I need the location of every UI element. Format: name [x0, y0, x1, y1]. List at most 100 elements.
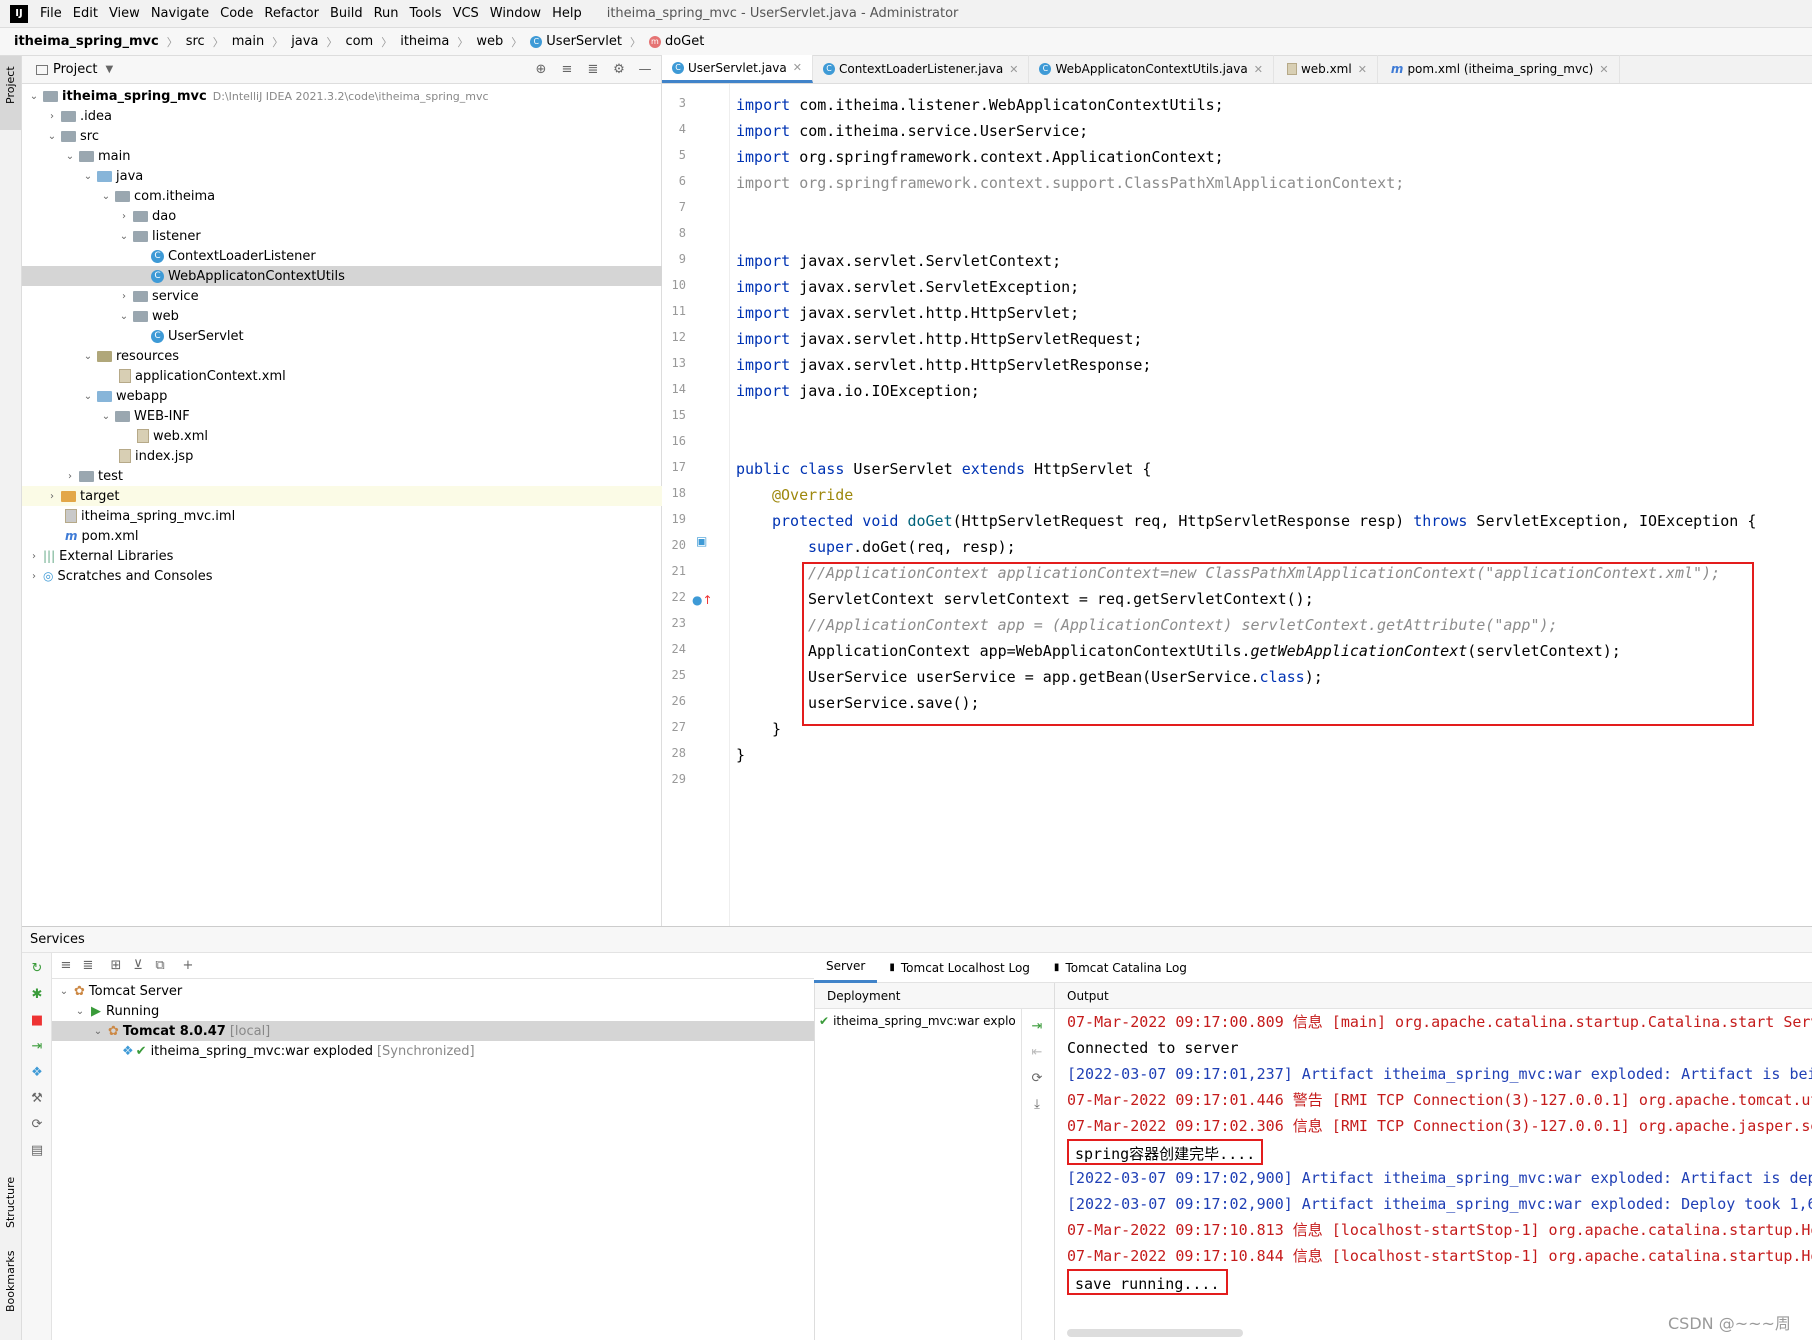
expand-all-icon[interactable]: ≡ [58, 958, 74, 974]
tab-contextloaderlistener-java[interactable]: C ContextLoaderListener.java ✕ [813, 55, 1030, 83]
tree-item-main[interactable]: ⌄ main [22, 146, 662, 166]
add-service-icon[interactable]: + [180, 958, 196, 974]
download-icon[interactable]: ⤓ [1029, 1097, 1045, 1113]
tree-item-target[interactable]: › target [22, 486, 662, 506]
project-panel-title[interactable]: Project [53, 62, 97, 77]
service-running-group[interactable]: ⌄ ▶ Running [52, 1001, 814, 1021]
tree-item-idea[interactable]: › .idea [22, 106, 662, 126]
tab-server[interactable]: Server [814, 953, 878, 983]
layout-icon[interactable]: ▤ [29, 1143, 45, 1159]
tree-item-src[interactable]: ⌄ src [22, 126, 662, 146]
tab-tomcat-catalina-log[interactable]: ▮ Tomcat Catalina Log [1042, 953, 1199, 983]
tree-item-applicationcontext-xml[interactable]: applicationContext.xml [22, 366, 662, 386]
implementation-gutter-icon[interactable]: ▣ [696, 534, 707, 548]
tree-item-external-libraries[interactable]: › ||| External Libraries [22, 546, 662, 566]
refresh-icon[interactable]: ⟳ [1029, 1071, 1045, 1087]
tree-item-dao[interactable]: › dao [22, 206, 662, 226]
tree-item-scratches[interactable]: › ◎ Scratches and Consoles [22, 566, 662, 586]
override-gutter-icon[interactable]: ●↑ [692, 593, 713, 607]
deploy-icon[interactable]: ⇥ [1029, 1019, 1045, 1035]
tree-item-web-xml[interactable]: web.xml [22, 426, 662, 446]
tree-item-java[interactable]: ⌄ java [22, 166, 662, 186]
structure-tool-button[interactable]: Structure [4, 1177, 17, 1228]
menu-tools[interactable]: Tools [410, 6, 442, 21]
menu-code[interactable]: Code [220, 6, 253, 21]
line-number: 17 [671, 460, 686, 474]
menu-refactor[interactable]: Refactor [264, 6, 319, 21]
tree-item-userservlet[interactable]: C UserServlet [22, 326, 662, 346]
window-title: itheima_spring_mvc - UserServlet.java - … [606, 6, 959, 21]
tree-item-pom-xml[interactable]: m pom.xml [22, 526, 662, 546]
filter-icon[interactable]: ⊻ [130, 958, 146, 974]
menu-view[interactable]: View [109, 6, 140, 21]
breadcrumb-item[interactable]: itheima_spring_mvc [14, 34, 159, 49]
deploy-icon[interactable]: ⇥ [29, 1039, 45, 1055]
close-icon[interactable]: ✕ [793, 61, 802, 74]
collapse-all-icon[interactable]: ≣ [80, 958, 96, 974]
chevron-down-icon[interactable]: ▼ [105, 64, 113, 75]
tab-tomcat-localhost-log[interactable]: ▮ Tomcat Localhost Log [877, 953, 1042, 983]
line-number: 15 [671, 408, 686, 422]
breadcrumb-item[interactable]: doGet [665, 34, 704, 49]
tree-item-com-itheima[interactable]: ⌄ com.itheima [22, 186, 662, 206]
artifacts-icon[interactable]: ❖ [29, 1065, 45, 1081]
tab-userservlet-java[interactable]: C UserServlet.java ✕ [662, 55, 813, 83]
menu-help[interactable]: Help [552, 6, 582, 21]
rerun-icon[interactable]: ↻ [29, 961, 45, 977]
gear-icon[interactable]: ⚙ [611, 62, 627, 78]
tree-item-web-inf[interactable]: ⌄ WEB-INF [22, 406, 662, 426]
menu-window[interactable]: Window [490, 6, 541, 21]
tree-item-test[interactable]: › test [22, 466, 662, 486]
deployment-item[interactable]: ✔itheima_spring_mvc:war exploded [815, 1009, 1015, 1033]
group-by-icon[interactable]: ⊞ [108, 958, 124, 974]
breadcrumb-item[interactable]: com [345, 34, 373, 49]
menu-run[interactable]: Run [374, 6, 399, 21]
close-icon[interactable]: ✕ [1358, 63, 1367, 76]
tab-web-xml[interactable]: web.xml ✕ [1274, 55, 1378, 83]
tree-item-contextloaderlistener[interactable]: C ContextLoaderListener [22, 246, 662, 266]
output-console[interactable]: 07-Mar-2022 09:17:00.809 信息 [main] org.a… [1055, 1009, 1812, 1340]
tree-item-service[interactable]: › service [22, 286, 662, 306]
refresh-icon[interactable]: ⟳ [29, 1117, 45, 1133]
tab-pom-xml[interactable]: m pom.xml (itheima_spring_mvc) ✕ [1378, 55, 1620, 83]
breadcrumb-item[interactable]: web [476, 34, 503, 49]
tree-item-resources[interactable]: ⌄ resources [22, 346, 662, 366]
project-tool-button[interactable]: Project [0, 56, 21, 130]
menu-build[interactable]: Build [330, 6, 363, 21]
collapse-all-icon[interactable]: ≣ [585, 62, 601, 78]
horizontal-scrollbar[interactable] [1067, 1329, 1243, 1337]
service-artifact[interactable]: ❖ ✔ itheima_spring_mvc:war exploded [Synchr… [52, 1041, 814, 1061]
breadcrumb-item[interactable]: itheima [400, 34, 449, 49]
tree-item-listener[interactable]: ⌄ listener [22, 226, 662, 246]
locate-icon[interactable]: ⊕ [533, 62, 549, 78]
code-editor[interactable]: import com.itheima.listener.WebApplicato… [731, 84, 1812, 926]
wrench-icon[interactable]: ⚒ [29, 1091, 45, 1107]
menu-navigate[interactable]: Navigate [151, 6, 209, 21]
breadcrumb-item[interactable]: java [291, 34, 318, 49]
service-tomcat-server[interactable]: ⌄ ✿ Tomcat Server [52, 981, 814, 1001]
menu-vcs[interactable]: VCS [453, 6, 479, 21]
undeploy-icon[interactable]: ⇤ [1029, 1045, 1045, 1061]
breadcrumb-item[interactable]: src [186, 34, 205, 49]
close-icon[interactable]: ✕ [1599, 63, 1608, 76]
tree-item-project-root[interactable]: ⌄ itheima_spring_mvc D:\IntelliJ IDEA 2021… [22, 86, 662, 106]
tree-item-webapplicatoncontextutils[interactable]: C WebApplicatonContextUtils [22, 266, 662, 286]
bookmarks-tool-button[interactable]: Bookmarks [4, 1251, 17, 1312]
expand-all-icon[interactable]: ≡ [559, 62, 575, 78]
menu-file[interactable]: File [40, 6, 62, 21]
tree-item-web[interactable]: ⌄ web [22, 306, 662, 326]
tree-item-webapp[interactable]: ⌄ webapp [22, 386, 662, 406]
breadcrumb-item[interactable]: UserServlet [546, 34, 622, 49]
tree-item-iml[interactable]: itheima_spring_mvc.iml [22, 506, 662, 526]
tab-webapplicatoncontextutils-java[interactable]: C WebApplicatonContextUtils.java ✕ [1029, 55, 1274, 83]
debug-icon[interactable]: ✱ [29, 987, 45, 1003]
hide-icon[interactable]: — [637, 62, 653, 78]
menu-edit[interactable]: Edit [73, 6, 98, 21]
tree-item-index-jsp[interactable]: index.jsp [22, 446, 662, 466]
breadcrumb-item[interactable]: main [232, 34, 264, 49]
new-tab-icon[interactable]: ⧉ [152, 958, 168, 974]
stop-icon[interactable]: ■ [29, 1013, 45, 1029]
close-icon[interactable]: ✕ [1009, 63, 1018, 76]
service-tomcat-instance[interactable]: ⌄ ✿ Tomcat 8.0.47 [local] [52, 1021, 814, 1041]
close-icon[interactable]: ✕ [1254, 63, 1263, 76]
